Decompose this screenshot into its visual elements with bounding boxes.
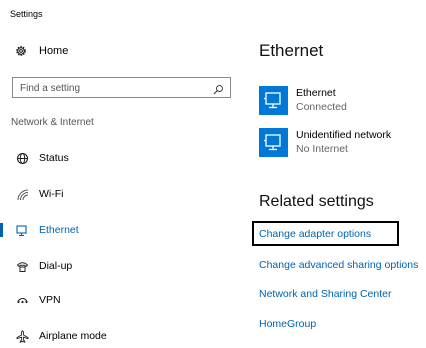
sidebar-item-status[interactable]: Status <box>0 147 240 169</box>
network-item-unidentified[interactable]: Unidentified network No Internet <box>259 128 426 162</box>
sidebar-item-label: Dial-up <box>39 260 73 272</box>
airplane-icon <box>15 329 29 343</box>
related-settings-title: Related settings <box>259 193 374 210</box>
network-item-ethernet[interactable]: Ethernet Connected <box>259 86 426 120</box>
home-label: Home <box>39 45 69 57</box>
dialup-icon <box>15 259 29 273</box>
globe-icon <box>15 151 29 165</box>
sidebar-item-label: Airplane mode <box>39 330 107 342</box>
sidebar-item-label: Ethernet <box>39 224 79 236</box>
page-title: Ethernet <box>259 41 324 60</box>
search-input[interactable] <box>13 79 203 98</box>
sidebar: Home Network & Internet Status <box>0 0 240 348</box>
sidebar-item-ethernet[interactable]: Ethernet <box>0 219 240 241</box>
ethernet-icon <box>15 223 29 237</box>
search-icon[interactable] <box>213 82 224 95</box>
link-network-and-sharing-center[interactable]: Network and Sharing Center <box>259 288 392 300</box>
network-name: Ethernet <box>296 87 336 99</box>
sidebar-item-vpn[interactable]: VPN <box>0 289 240 311</box>
network-status: Connected <box>296 101 347 113</box>
gear-icon <box>14 44 28 58</box>
link-change-adapter-options[interactable]: Change adapter options <box>259 228 371 240</box>
search-box[interactable] <box>12 77 231 98</box>
section-title: Network & Internet <box>11 117 94 128</box>
active-indicator <box>0 223 3 237</box>
monitor-network-icon <box>259 128 288 157</box>
link-homegroup[interactable]: HomeGroup <box>259 318 316 330</box>
sidebar-item-label: Status <box>39 152 69 164</box>
sidebar-item-label: Wi-Fi <box>39 188 64 200</box>
link-change-advanced-sharing-options[interactable]: Change advanced sharing options <box>259 259 418 271</box>
sidebar-item-dialup[interactable]: Dial-up <box>0 255 240 277</box>
monitor-network-icon <box>259 86 288 115</box>
sidebar-item-airplane-mode[interactable]: Airplane mode <box>0 325 240 347</box>
vpn-icon <box>15 293 29 307</box>
network-status: No Internet <box>296 143 348 155</box>
network-name: Unidentified network <box>296 129 392 141</box>
home-button[interactable]: Home <box>14 42 68 60</box>
sidebar-item-label: VPN <box>39 294 61 306</box>
sidebar-item-wifi[interactable]: Wi-Fi <box>0 183 240 205</box>
wifi-icon <box>15 187 29 201</box>
